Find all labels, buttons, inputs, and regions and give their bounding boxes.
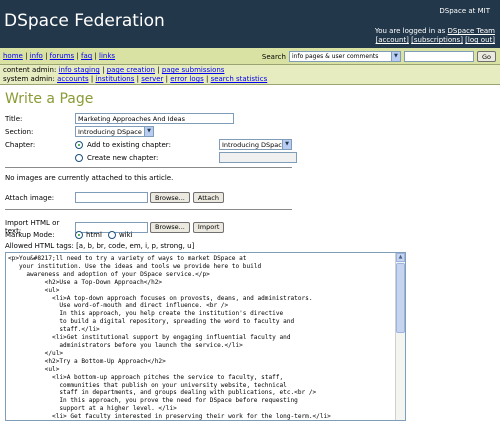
page-submissions-link[interactable]: page submissions: [162, 66, 225, 74]
chapter-row: Chapter: Add to existing chapter: Introd…: [5, 139, 292, 150]
admin-bar: content admin: info staging | page creat…: [0, 65, 500, 85]
chevron-down-icon: ▼: [144, 127, 153, 136]
server-link[interactable]: server: [141, 75, 163, 83]
subscriptions-link[interactable]: [subscriptions]: [411, 36, 463, 44]
institutions-link[interactable]: institutions: [95, 75, 134, 83]
markup-wiki-label: wiki: [118, 231, 133, 239]
attach-image-file-input[interactable]: [75, 192, 148, 203]
import-browse-button[interactable]: Browse...: [150, 221, 190, 233]
login-text: You are logged in as: [374, 27, 446, 35]
section-select[interactable]: Introducing DSpace ▼: [75, 126, 154, 137]
search-scope-value: info pages & user comments: [291, 53, 379, 60]
section-row: Section: Introducing DSpace ▼: [5, 126, 154, 137]
nav-home-link[interactable]: home: [3, 52, 23, 60]
attach-image-row: Attach image: Browse... Attach: [5, 192, 224, 203]
no-images-message: No images are currently attached to this…: [5, 174, 174, 182]
search-input[interactable]: [403, 51, 474, 62]
site-title: DSpace Federation: [4, 11, 165, 31]
add-existing-chapter-radio[interactable]: [75, 140, 83, 149]
page-body-content: <p>You&#8217;ll need to try a variety of…: [8, 255, 331, 421]
nav-links-link[interactable]: links: [99, 52, 115, 60]
add-existing-chapter-label: Add to existing chapter:: [87, 140, 171, 149]
search-scope-select[interactable]: info pages & user comments ▼: [288, 51, 401, 62]
account-link[interactable]: [account]: [376, 36, 409, 44]
user-link[interactable]: DSpace Team: [448, 27, 495, 35]
title-row: Title: Marketing Approaches And Ideas: [5, 113, 234, 124]
editor-scrollbar[interactable]: ▲: [395, 253, 405, 420]
divider: [5, 209, 292, 210]
markup-wiki-radio[interactable]: [107, 231, 116, 239]
page-title: Write a Page: [5, 91, 94, 107]
nav-links: home | info | forums | faq | links: [3, 52, 116, 60]
title-input[interactable]: Marketing Approaches And Ideas: [75, 113, 234, 124]
attach-image-label: Attach image:: [5, 193, 55, 202]
import-button[interactable]: Import: [192, 221, 225, 233]
markup-mode-row: Markup Mode: html wiki: [5, 231, 133, 239]
organization-name: DSpace at MIT: [439, 7, 490, 15]
search-area: Search info pages & user comments ▼ Go: [262, 50, 496, 63]
new-chapter-row: Create new chapter:: [5, 152, 297, 163]
chevron-down-icon: ▼: [390, 52, 400, 61]
nav-info-link[interactable]: info: [30, 52, 43, 60]
page-body-textarea[interactable]: <p>You&#8217;ll need to try a variety of…: [5, 252, 406, 421]
system-admin-row: system admin: accounts | institutions | …: [3, 75, 268, 83]
title-label: Title:: [5, 114, 23, 123]
create-new-chapter-label: Create new chapter:: [87, 153, 159, 162]
section-select-value: Introducing DSpace: [78, 127, 142, 136]
create-new-chapter-radio[interactable]: [75, 153, 83, 162]
attach-button[interactable]: Attach: [192, 192, 224, 203]
chapter-select[interactable]: Introducing DSpace ▼: [219, 139, 292, 150]
chapter-select-value: Introducing DSpace: [222, 140, 286, 149]
login-info: You are logged in as DSpace Team [accoun…: [375, 27, 495, 45]
markup-html-label: html: [86, 231, 102, 239]
page-creation-link[interactable]: page creation: [107, 66, 155, 74]
nav-forums-link[interactable]: forums: [50, 52, 75, 60]
divider: [5, 167, 292, 168]
info-staging-link[interactable]: info staging: [59, 66, 100, 74]
search-statistics-link[interactable]: search statistics: [211, 75, 268, 83]
attach-browse-button[interactable]: Browse...: [150, 192, 190, 203]
new-chapter-input[interactable]: [219, 152, 297, 163]
error-logs-link[interactable]: error logs: [170, 75, 204, 83]
content-admin-row: content admin: info staging | page creat…: [3, 66, 225, 74]
scroll-thumb[interactable]: [396, 263, 405, 333]
allowed-tags-text: Allowed HTML tags: [a, b, br, code, em, …: [5, 242, 195, 250]
accounts-link[interactable]: accounts: [57, 75, 89, 83]
system-admin-label: system admin:: [3, 75, 55, 83]
chapter-label: Chapter:: [5, 140, 36, 149]
main-navigation: home | info | forums | faq | links Searc…: [0, 48, 500, 65]
logout-link[interactable]: [log out]: [465, 36, 495, 44]
search-label: Search: [261, 52, 286, 61]
search-go-button[interactable]: Go: [476, 51, 496, 62]
content-admin-label: content admin:: [3, 66, 57, 74]
nav-faq-link[interactable]: faq: [81, 52, 92, 60]
site-header: DSpace Federation DSpace at MIT You are …: [0, 0, 500, 48]
markup-mode-label: Markup Mode:: [5, 231, 55, 239]
chevron-down-icon: ▼: [282, 140, 291, 149]
markup-html-radio[interactable]: [75, 231, 83, 239]
section-label: Section:: [5, 127, 34, 136]
scroll-up-arrow-icon[interactable]: ▲: [396, 253, 405, 262]
